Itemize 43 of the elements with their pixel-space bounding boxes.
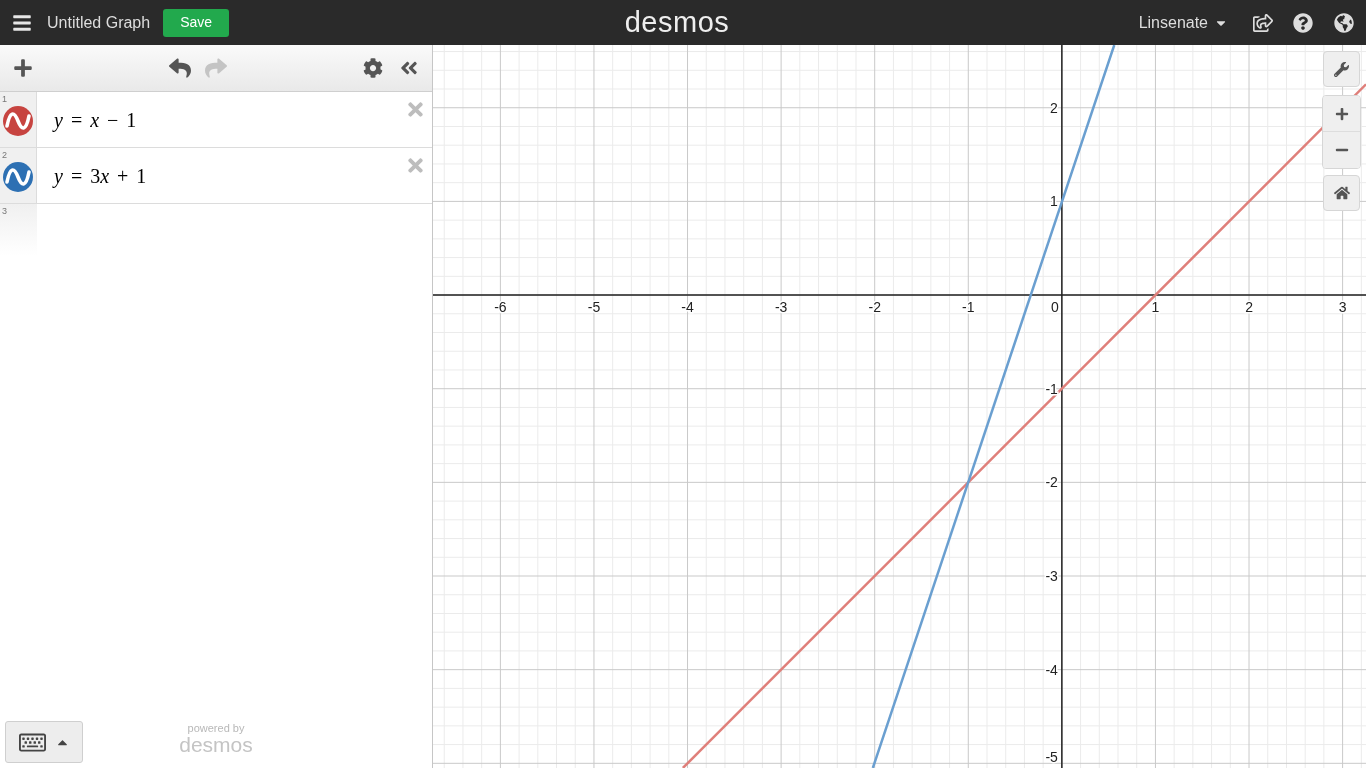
axis-tick-label: -1 xyxy=(1045,380,1058,397)
axis-tick-label: 3 xyxy=(1338,299,1347,316)
axis-tick-label: -4 xyxy=(681,299,694,316)
expression-input[interactable]: y = 3x + 1 xyxy=(37,148,405,203)
wave-icon[interactable] xyxy=(3,162,33,192)
axis-tick-label: -3 xyxy=(1045,568,1058,584)
menu-icon[interactable] xyxy=(12,12,32,33)
user-menu[interactable]: Linsenate xyxy=(1138,10,1228,35)
expression-index: 1 xyxy=(1,93,7,104)
axis-tick-label: 2 xyxy=(1245,299,1253,316)
axis-tick-label: 1 xyxy=(1050,193,1058,210)
share-icon[interactable] xyxy=(1253,12,1273,33)
zoom-in-button[interactable] xyxy=(1323,96,1360,132)
axis-tick-label: -4 xyxy=(1045,661,1058,678)
home-button[interactable] xyxy=(1323,175,1360,211)
powered-by-caption: powered by xyxy=(187,722,245,734)
axis-tick-label: -3 xyxy=(774,299,788,316)
expression-index: 2 xyxy=(1,149,7,160)
axis-tick-label: -6 xyxy=(494,299,507,316)
plus-icon[interactable] xyxy=(13,58,33,78)
wrench-icon[interactable] xyxy=(1334,61,1349,77)
axis-tick-label: -2 xyxy=(1045,474,1058,491)
axis-tick-label: -1 xyxy=(962,299,975,316)
graph-settings-button[interactable] xyxy=(1323,51,1360,87)
help-icon[interactable] xyxy=(1293,12,1313,33)
expression-index: 3 xyxy=(1,205,7,216)
axis-tick-label: 0 xyxy=(1051,299,1059,316)
keypad-button[interactable] xyxy=(5,721,83,763)
axis-tick-label: -5 xyxy=(1045,749,1058,765)
wave-icon[interactable] xyxy=(3,106,33,136)
graph-title[interactable]: Untitled Graph xyxy=(47,10,151,35)
globe-icon[interactable] xyxy=(1334,12,1354,33)
axis-tick-label: 1 xyxy=(1151,299,1160,316)
undo-icon[interactable] xyxy=(169,57,191,79)
expression-input[interactable]: y = x − 1 xyxy=(37,92,405,147)
desmos-logo: desmos xyxy=(179,734,253,756)
axis-tick-label: -2 xyxy=(868,299,881,316)
axis-tick-label: 2 xyxy=(1050,99,1058,116)
desmos-logo: desmos xyxy=(624,8,730,37)
axis-tick-label: -5 xyxy=(587,299,601,316)
plus-icon[interactable] xyxy=(1334,106,1349,121)
settings-icon[interactable] xyxy=(363,58,383,78)
home-icon[interactable] xyxy=(1333,185,1350,201)
